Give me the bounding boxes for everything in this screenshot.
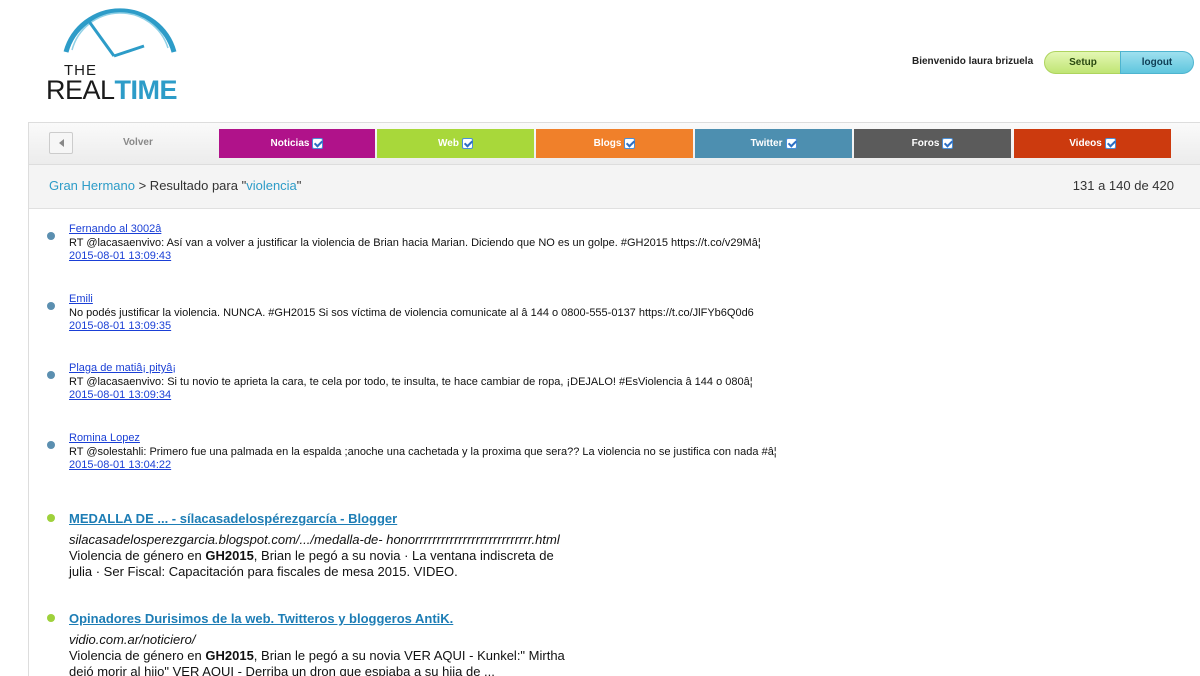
snippet-text: Violencia de género en	[69, 648, 206, 663]
tab-videos[interactable]: Videos	[1014, 129, 1171, 158]
web-result-title-link[interactable]: Opinadores Durisimos de la web. Twittero…	[69, 611, 569, 627]
web-bullet-icon	[47, 614, 55, 622]
twitter-bullet-icon	[47, 302, 55, 310]
tweet-item: Romina Lopez RT @solestahli: Primero fue…	[47, 432, 777, 473]
tweet-author-link[interactable]: Emili	[69, 293, 754, 307]
tab-label: Blogs	[593, 138, 622, 149]
tab-web[interactable]: Web	[377, 129, 534, 158]
twitter-bullet-icon	[47, 441, 55, 449]
web-result-item: MEDALLA DE ... - sílacasadelospérezgarcí…	[47, 511, 569, 580]
tweet-author-link[interactable]: Plaga de matiâ¡ pityâ¡	[69, 362, 753, 376]
tweet-text: RT @lacasaenvivo: Si tu novio te aprieta…	[69, 375, 753, 388]
tab-noticias[interactable]: Noticias	[219, 129, 375, 158]
breadcrumb-section-link[interactable]: Gran Hermano	[49, 178, 135, 193]
volver-link[interactable]: Volver	[123, 137, 153, 148]
checkbox-checked-icon[interactable]	[1104, 138, 1116, 149]
web-result-item: Opinadores Durisimos de la web. Twittero…	[47, 611, 569, 676]
tab-foros[interactable]: Foros	[854, 129, 1011, 158]
tweet-date-link[interactable]: 2015-08-01 13:09:35	[69, 320, 754, 334]
snippet-highlight: GH2015	[205, 648, 254, 663]
welcome-text: Bienvenido laura brizuela	[912, 56, 1034, 67]
logo-time: TIME	[114, 75, 178, 105]
logout-button[interactable]: logout	[1120, 51, 1194, 74]
tweet-item: Plaga de matiâ¡ pityâ¡ RT @lacasaenvivo:…	[47, 362, 753, 403]
setup-button[interactable]: Setup	[1044, 51, 1122, 74]
logo-real: REAL	[46, 75, 115, 105]
tab-label: Twitter	[750, 138, 783, 149]
web-result-url: vidio.com.ar/noticiero/	[69, 632, 196, 647]
checkbox-checked-icon[interactable]	[312, 138, 324, 149]
twitter-bullet-icon	[47, 232, 55, 240]
tweet-text: RT @lacasaenvivo: Así van a volver a jus…	[69, 236, 761, 249]
breadcrumb-close-quote: "	[296, 178, 302, 193]
search-query: violencia	[246, 178, 297, 193]
realtime-logo[interactable]: THE REALTIME	[44, 0, 184, 110]
checkbox-checked-icon[interactable]	[461, 138, 473, 149]
tab-label: Foros	[911, 138, 940, 149]
tab-twitter[interactable]: Twitter	[695, 129, 852, 158]
tweet-item: Fernando al 3002â RT @lacasaenvivo: Así …	[47, 223, 761, 264]
tab-label: Videos	[1069, 138, 1102, 149]
web-result-title-link[interactable]: MEDALLA DE ... - sílacasadelospérezgarcí…	[69, 511, 569, 527]
results-header: Gran Hermano > Resultado para "violencia…	[29, 165, 1200, 209]
tweet-date-link[interactable]: 2015-08-01 13:09:34	[69, 389, 753, 403]
tweet-text: No podés justificar la violencia. NUNCA.…	[69, 306, 754, 319]
results-count: 131 a 140 de 420	[1072, 178, 1174, 193]
breadcrumb: Gran Hermano > Resultado para "violencia…	[49, 178, 301, 193]
results-panel: Volver Noticias Web Blogs Twitter Foros …	[28, 122, 1200, 676]
tweet-date-link[interactable]: 2015-08-01 13:09:43	[69, 250, 761, 264]
tweet-text: RT @solestahli: Primero fue una palmada …	[69, 445, 777, 458]
snippet-highlight: GH2015	[205, 548, 254, 563]
checkbox-checked-icon[interactable]	[942, 138, 954, 149]
arrow-left-icon	[58, 139, 64, 147]
tab-label: Noticias	[270, 138, 310, 149]
twitter-bullet-icon	[47, 371, 55, 379]
web-result-snippet: Violencia de género en GH2015, Brian le …	[69, 548, 569, 580]
tweet-author-link[interactable]: Romina Lopez	[69, 432, 777, 446]
tweet-item: Emili No podés justificar la violencia. …	[47, 293, 754, 334]
checkbox-checked-icon[interactable]	[624, 138, 636, 149]
tab-blogs[interactable]: Blogs	[536, 129, 693, 158]
tweet-author-link[interactable]: Fernando al 3002â	[69, 223, 761, 237]
source-tab-bar: Volver Noticias Web Blogs Twitter Foros …	[29, 123, 1200, 165]
tweet-date-link[interactable]: 2015-08-01 13:04:22	[69, 459, 777, 473]
breadcrumb-separator: > Resultado para "	[134, 178, 247, 193]
tab-label: Web	[438, 138, 459, 149]
snippet-text: Violencia de género en	[69, 548, 206, 563]
checkbox-checked-icon[interactable]	[785, 138, 797, 149]
web-bullet-icon	[47, 514, 55, 522]
back-button[interactable]	[49, 132, 73, 154]
web-result-snippet: Violencia de género en GH2015, Brian le …	[69, 648, 569, 676]
web-result-url: silacasadelosperezgarcia.blogspot.com/..…	[69, 532, 560, 547]
logo-wordmark: REALTIME	[46, 75, 178, 106]
